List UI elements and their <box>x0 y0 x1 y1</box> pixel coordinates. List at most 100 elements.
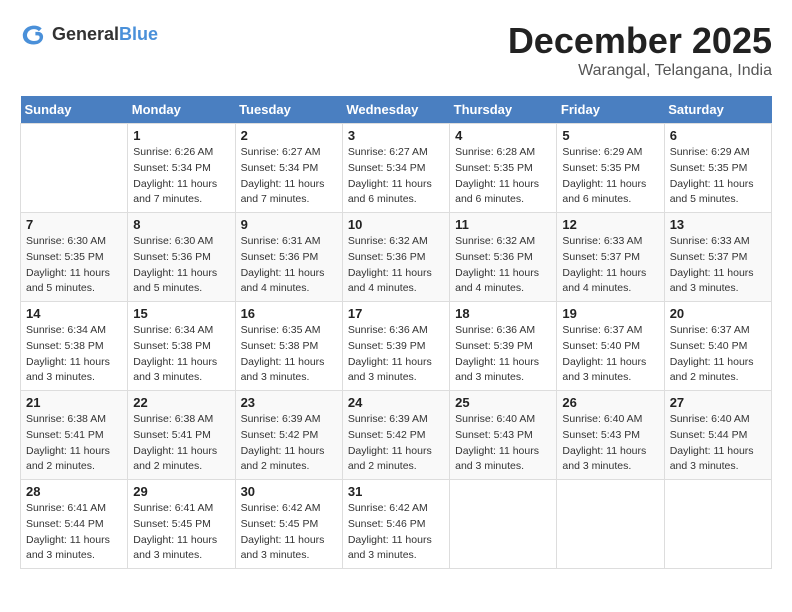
calendar-cell: 10Sunrise: 6:32 AMSunset: 5:36 PMDayligh… <box>342 213 449 302</box>
day-number: 29 <box>133 484 229 499</box>
location-title: Warangal, Telangana, India <box>508 62 772 80</box>
day-info: Sunrise: 6:36 AMSunset: 5:39 PMDaylight:… <box>348 323 444 386</box>
logo-icon <box>20 20 48 48</box>
calendar-cell: 19Sunrise: 6:37 AMSunset: 5:40 PMDayligh… <box>557 302 664 391</box>
calendar-cell: 5Sunrise: 6:29 AMSunset: 5:35 PMDaylight… <box>557 124 664 213</box>
day-info: Sunrise: 6:32 AMSunset: 5:36 PMDaylight:… <box>348 234 444 297</box>
day-info: Sunrise: 6:33 AMSunset: 5:37 PMDaylight:… <box>562 234 658 297</box>
calendar-cell: 29 Sunrise: 6:41 AMSunset: 5:45 PMDayligh… <box>128 480 235 569</box>
day-info: Sunrise: 6:39 AMSunset: 5:42 PMDaylight:… <box>241 412 337 475</box>
calendar-cell: 12 Sunrise: 6:33 AMSunset: 5:37 PMDayligh… <box>557 213 664 302</box>
calendar-week-1: 1 Sunrise: 6:26 AMSunset: 5:34 PMDaylight… <box>21 124 772 213</box>
day-number: 15 <box>133 306 229 321</box>
day-number: 17 <box>348 306 444 321</box>
day-info: Sunrise: 6:30 AMSunset: 5:35 PMDaylight:… <box>26 234 122 297</box>
day-info: Sunrise: 6:42 AMSunset: 5:46 PMDaylight:… <box>348 501 444 564</box>
calendar-body: 1 Sunrise: 6:26 AMSunset: 5:34 PMDaylight… <box>21 124 772 569</box>
logo-blue: Blue <box>119 24 158 44</box>
day-info: Sunrise: 6:41 AMSunset: 5:45 PMDaylight:… <box>133 501 229 564</box>
calendar-cell: 6 Sunrise: 6:29 AMSunset: 5:35 PMDaylight… <box>664 124 771 213</box>
day-number: 7 <box>26 217 122 232</box>
day-number: 12 <box>562 217 658 232</box>
day-info: Sunrise: 6:33 AMSunset: 5:37 PMDaylight:… <box>670 234 766 297</box>
calendar-cell: 11 Sunrise: 6:32 AMSunset: 5:36 PMDayligh… <box>450 213 557 302</box>
month-title: December 2025 <box>508 20 772 62</box>
calendar-cell: 30 Sunrise: 6:42 AMSunset: 5:45 PMDayligh… <box>235 480 342 569</box>
calendar-cell: 24 Sunrise: 6:39 AMSunset: 5:42 PMDayligh… <box>342 391 449 480</box>
calendar-cell: 2Sunrise: 6:27 AMSunset: 5:34 PMDaylight… <box>235 124 342 213</box>
day-info: Sunrise: 6:31 AMSunset: 5:36 PMDaylight:… <box>241 234 337 297</box>
day-info: Sunrise: 6:32 AMSunset: 5:36 PMDaylight:… <box>455 234 551 297</box>
calendar-week-2: 7 Sunrise: 6:30 AMSunset: 5:35 PMDaylight… <box>21 213 772 302</box>
header-cell-monday: Monday <box>128 96 235 124</box>
day-number: 30 <box>241 484 337 499</box>
calendar-cell <box>21 124 128 213</box>
calendar-cell: 13 Sunrise: 6:33 AMSunset: 5:37 PMDayligh… <box>664 213 771 302</box>
calendar-header: SundayMondayTuesdayWednesdayThursdayFrid… <box>21 96 772 124</box>
day-number: 16 <box>241 306 337 321</box>
day-number: 31 <box>348 484 444 499</box>
day-number: 26 <box>562 395 658 410</box>
day-info: Sunrise: 6:42 AMSunset: 5:45 PMDaylight:… <box>241 501 337 564</box>
day-number: 5 <box>562 128 658 143</box>
calendar-table: SundayMondayTuesdayWednesdayThursdayFrid… <box>20 96 772 569</box>
title-area: December 2025 Warangal, Telangana, India <box>508 20 772 80</box>
day-number: 23 <box>241 395 337 410</box>
calendar-cell: 23 Sunrise: 6:39 AMSunset: 5:42 PMDayligh… <box>235 391 342 480</box>
day-info: Sunrise: 6:26 AMSunset: 5:34 PMDaylight:… <box>133 145 229 208</box>
calendar-cell: 28 Sunrise: 6:41 AMSunset: 5:44 PMDayligh… <box>21 480 128 569</box>
day-info: Sunrise: 6:38 AMSunset: 5:41 PMDaylight:… <box>133 412 229 475</box>
calendar-cell: 1 Sunrise: 6:26 AMSunset: 5:34 PMDaylight… <box>128 124 235 213</box>
calendar-cell: 16Sunrise: 6:35 AMSunset: 5:38 PMDayligh… <box>235 302 342 391</box>
day-number: 25 <box>455 395 551 410</box>
calendar-cell <box>557 480 664 569</box>
day-info: Sunrise: 6:37 AMSunset: 5:40 PMDaylight:… <box>562 323 658 386</box>
header-cell-friday: Friday <box>557 96 664 124</box>
day-number: 18 <box>455 306 551 321</box>
day-number: 2 <box>241 128 337 143</box>
header-cell-wednesday: Wednesday <box>342 96 449 124</box>
day-info: Sunrise: 6:40 AMSunset: 5:43 PMDaylight:… <box>562 412 658 475</box>
day-info: Sunrise: 6:39 AMSunset: 5:42 PMDaylight:… <box>348 412 444 475</box>
day-number: 14 <box>26 306 122 321</box>
calendar-cell: 26 Sunrise: 6:40 AMSunset: 5:43 PMDayligh… <box>557 391 664 480</box>
day-info: Sunrise: 6:27 AMSunset: 5:34 PMDaylight:… <box>348 145 444 208</box>
calendar-cell <box>664 480 771 569</box>
day-number: 9 <box>241 217 337 232</box>
header-cell-sunday: Sunday <box>21 96 128 124</box>
day-number: 8 <box>133 217 229 232</box>
day-info: Sunrise: 6:41 AMSunset: 5:44 PMDaylight:… <box>26 501 122 564</box>
header-cell-saturday: Saturday <box>664 96 771 124</box>
day-info: Sunrise: 6:34 AMSunset: 5:38 PMDaylight:… <box>133 323 229 386</box>
day-number: 28 <box>26 484 122 499</box>
calendar-cell: 17 Sunrise: 6:36 AMSunset: 5:39 PMDayligh… <box>342 302 449 391</box>
day-number: 1 <box>133 128 229 143</box>
page-header: GeneralBlue December 2025 Warangal, Tela… <box>20 20 772 80</box>
calendar-cell: 20Sunrise: 6:37 AMSunset: 5:40 PMDayligh… <box>664 302 771 391</box>
day-number: 11 <box>455 217 551 232</box>
logo-general: General <box>52 24 119 44</box>
day-number: 24 <box>348 395 444 410</box>
calendar-cell: 18 Sunrise: 6:36 AMSunset: 5:39 PMDayligh… <box>450 302 557 391</box>
day-number: 20 <box>670 306 766 321</box>
day-number: 21 <box>26 395 122 410</box>
calendar-week-5: 28 Sunrise: 6:41 AMSunset: 5:44 PMDayligh… <box>21 480 772 569</box>
day-info: Sunrise: 6:30 AMSunset: 5:36 PMDaylight:… <box>133 234 229 297</box>
calendar-cell: 9 Sunrise: 6:31 AMSunset: 5:36 PMDaylight… <box>235 213 342 302</box>
logo-text: GeneralBlue <box>52 24 158 45</box>
day-info: Sunrise: 6:40 AMSunset: 5:43 PMDaylight:… <box>455 412 551 475</box>
day-info: Sunrise: 6:28 AMSunset: 5:35 PMDaylight:… <box>455 145 551 208</box>
day-number: 6 <box>670 128 766 143</box>
day-info: Sunrise: 6:29 AMSunset: 5:35 PMDaylight:… <box>670 145 766 208</box>
header-cell-tuesday: Tuesday <box>235 96 342 124</box>
calendar-cell: 7 Sunrise: 6:30 AMSunset: 5:35 PMDaylight… <box>21 213 128 302</box>
calendar-cell: 22 Sunrise: 6:38 AMSunset: 5:41 PMDayligh… <box>128 391 235 480</box>
day-number: 4 <box>455 128 551 143</box>
day-info: Sunrise: 6:36 AMSunset: 5:39 PMDaylight:… <box>455 323 551 386</box>
day-number: 13 <box>670 217 766 232</box>
calendar-cell <box>450 480 557 569</box>
calendar-cell: 3Sunrise: 6:27 AMSunset: 5:34 PMDaylight… <box>342 124 449 213</box>
day-info: Sunrise: 6:40 AMSunset: 5:44 PMDaylight:… <box>670 412 766 475</box>
day-number: 22 <box>133 395 229 410</box>
calendar-cell: 21Sunrise: 6:38 AMSunset: 5:41 PMDayligh… <box>21 391 128 480</box>
